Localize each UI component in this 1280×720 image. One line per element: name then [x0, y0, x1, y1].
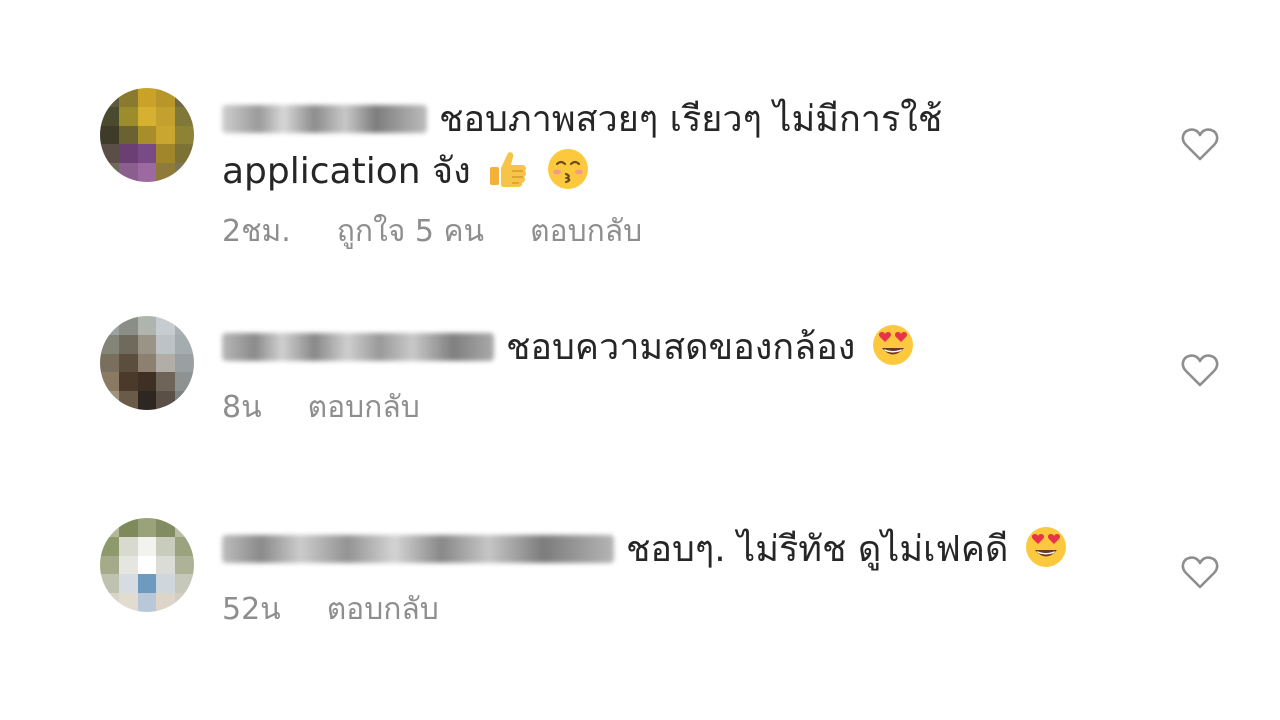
username-blurred[interactable]	[222, 105, 427, 133]
comment-body: ชอบความสดของกล้อง 8น ตอบกลับ	[222, 322, 1082, 428]
heart-icon[interactable]	[1180, 554, 1220, 590]
avatar[interactable]	[100, 88, 194, 182]
username-blurred[interactable]	[222, 535, 614, 563]
username-blurred[interactable]	[222, 333, 494, 361]
kissing-face-icon	[547, 149, 588, 189]
avatar[interactable]	[100, 316, 194, 410]
comment-text: application จัง	[222, 151, 471, 192]
comment-meta: 8น ตอบกลับ	[222, 388, 1082, 428]
comment-meta: 2ชม. ถูกใจ 5 คน ตอบกลับ	[222, 212, 1082, 252]
heart-icon[interactable]	[1180, 352, 1220, 388]
comment-body: ชอบๆ. ไม่รีทัช ดูไม่เฟคดี 52น ตอบกลับ	[222, 524, 1082, 630]
comment-list: ชอบภาพสวยๆ เรียวๆ ไม่มีการใช้ applicatio…	[0, 0, 1280, 720]
heart-eyes-icon	[872, 325, 913, 365]
comment-time: 2ชม.	[222, 214, 291, 249]
comment-text-line: application จัง	[222, 146, 1082, 198]
comment-text: ชอบๆ. ไม่รีทัช ดูไม่เฟคดี	[626, 529, 1009, 570]
reply-button[interactable]: ตอบกลับ	[530, 214, 642, 249]
thumbs-up-icon	[490, 152, 527, 187]
avatar[interactable]	[100, 518, 194, 612]
reply-button[interactable]: ตอบกลับ	[308, 390, 420, 425]
comment-text-line: ชอบภาพสวยๆ เรียวๆ ไม่มีการใช้	[222, 94, 1082, 146]
likes-count-link[interactable]: ถูกใจ 5 คน	[337, 214, 484, 249]
comment-text: ชอบความสดของกล้อง	[506, 327, 856, 368]
comment-text: ชอบภาพสวยๆ เรียวๆ ไม่มีการใช้	[439, 99, 943, 140]
comment-time: 52น	[222, 592, 281, 627]
comment-text-line: ชอบๆ. ไม่รีทัช ดูไม่เฟคดี	[222, 524, 1082, 576]
heart-eyes-icon	[1025, 527, 1066, 567]
comment-text-line: ชอบความสดของกล้อง	[222, 322, 1082, 374]
heart-icon[interactable]	[1180, 126, 1220, 162]
comment-meta: 52น ตอบกลับ	[222, 590, 1082, 630]
reply-button[interactable]: ตอบกลับ	[327, 592, 439, 627]
comment-time: 8น	[222, 390, 262, 425]
comment-body: ชอบภาพสวยๆ เรียวๆ ไม่มีการใช้ applicatio…	[222, 94, 1082, 252]
